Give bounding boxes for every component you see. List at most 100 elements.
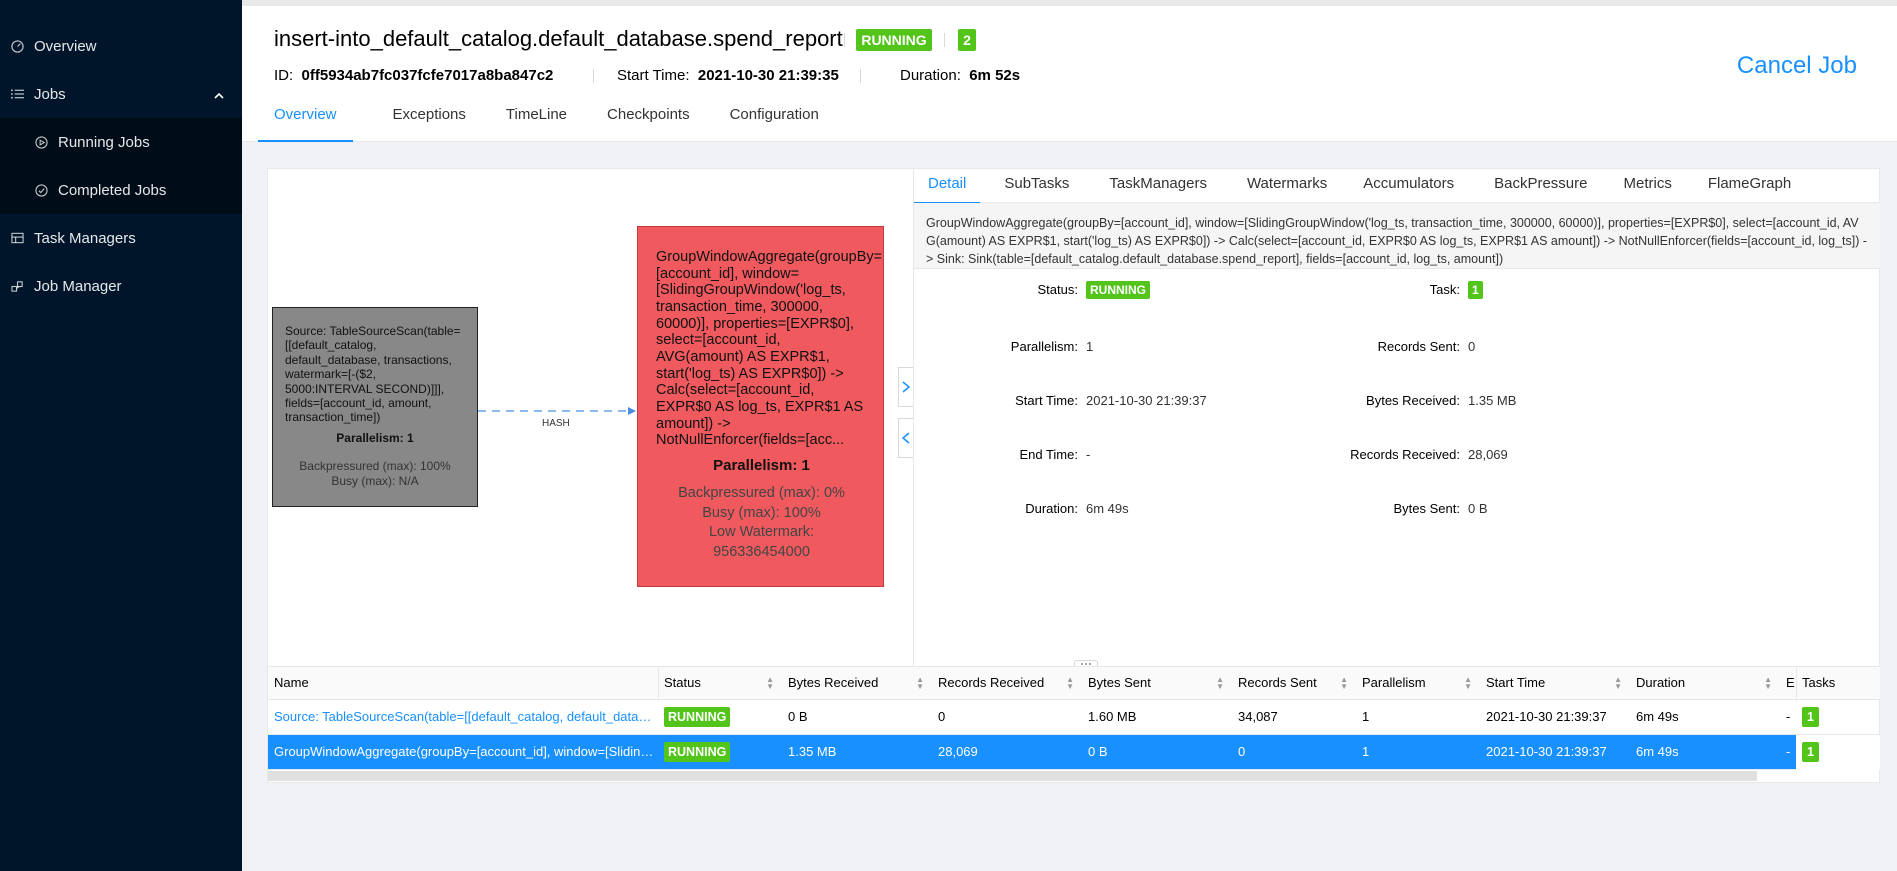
divider <box>593 69 594 83</box>
table-row[interactable]: Source: TableSourceScan(table=[[default_… <box>268 700 1880 735</box>
vertex-table: Name Status ▲ ▼ Bytes Received ▲ ▼ Records R… <box>268 660 1880 783</box>
tab-configuration[interactable]: Configuration <box>730 106 819 142</box>
duration-label: Duration: <box>900 67 961 84</box>
column-header-records-sent[interactable]: Records Sent ▲ ▼ <box>1232 667 1356 701</box>
divider <box>844 33 845 47</box>
column-header-records-received[interactable]: Records Received ▲ ▼ <box>932 667 1082 701</box>
column-label: Tasks <box>1802 675 1836 690</box>
sort-icon: ▲ ▼ <box>766 675 774 691</box>
detail-tabs: Detail SubTasks TaskManagers Watermarks … <box>914 169 1880 204</box>
job-id: ID: 0ff5934ab7fc037fcfe7017a8ba847c2 <box>274 67 553 84</box>
node-busy: Busy (max): N/A <box>331 474 419 489</box>
dashboard-icon <box>10 39 24 53</box>
duration-value: 6m 52s <box>969 67 1021 84</box>
records-sent-cell: 0 <box>1238 744 1246 759</box>
bytes-received-cell: 1.35 MB <box>788 744 837 759</box>
detail-task: Task: 1 <box>1310 281 1483 299</box>
column-header-end-time[interactable]: E <box>1780 667 1796 701</box>
sidebar-item-job-manager[interactable]: Job Manager <box>0 262 242 310</box>
tasks-badge: 1 <box>1802 742 1819 762</box>
tab-backpressure[interactable]: BackPressure <box>1494 169 1587 203</box>
table-row-selected[interactable]: GroupWindowAggregate(groupBy=[account_id… <box>268 735 1880 770</box>
chevron-right-icon <box>902 381 910 393</box>
node-backpressured: Backpressured (max): 100% <box>299 458 451 473</box>
column-label: Records Received <box>938 675 1045 690</box>
column-header-name[interactable]: Name <box>268 667 658 701</box>
job-start-time: Start Time: 2021-10-30 21:39:35 <box>617 67 839 84</box>
bytes-received-value: 1.35 MB <box>1468 393 1517 408</box>
node-backpressured: Backpressured (max): 0% <box>678 485 845 502</box>
column-label: Bytes Sent <box>1088 675 1151 690</box>
tab-flamegraph[interactable]: FlameGraph <box>1708 169 1791 203</box>
tab-watermarks[interactable]: Watermarks <box>1247 169 1327 203</box>
divider <box>944 33 945 47</box>
table-header: Name Status ▲ ▼ Bytes Received ▲ ▼ Records R… <box>268 666 1880 701</box>
job-graph[interactable]: Source: TableSourceScan(table=[[default_… <box>268 169 914 666</box>
column-header-bytes-sent[interactable]: Bytes Sent ▲ ▼ <box>1082 667 1232 701</box>
start-time-value: 2021-10-30 21:39:35 <box>697 67 839 84</box>
tab-accumulators[interactable]: Accumulators <box>1363 169 1454 203</box>
duration-label: Duration <box>1025 501 1075 516</box>
sidebar-item-label: Job Manager <box>34 277 122 295</box>
column-header-duration[interactable]: Duration ▲ ▼ <box>1630 667 1780 701</box>
edge-label: HASH <box>542 418 570 429</box>
records-received-label: Records Received <box>1350 447 1457 462</box>
detail-start-time: Start Time: 2021-10-30 21:39:37 <box>1015 393 1207 408</box>
operator-description: GroupWindowAggregate(groupBy=[account_id… <box>914 203 1880 269</box>
bytes-sent-label: Bytes Sent <box>1393 501 1457 516</box>
tab-timeline[interactable]: TimeLine <box>506 106 567 142</box>
column-header-parallelism[interactable]: Parallelism ▲ ▼ <box>1356 667 1480 701</box>
tab-exceptions[interactable]: Exceptions <box>393 106 466 142</box>
sidebar-item-running-jobs[interactable]: Running Jobs <box>0 118 242 166</box>
sort-icon: ▲ ▼ <box>1340 675 1348 691</box>
sidebar-item-label: Overview <box>34 37 97 55</box>
tab-taskmanagers[interactable]: TaskManagers <box>1109 169 1207 203</box>
parallelism-cell: 1 <box>1362 709 1370 724</box>
check-circle-icon <box>34 183 48 197</box>
tab-metrics[interactable]: Metrics <box>1623 169 1671 203</box>
records-received-cell: 28,069 <box>938 744 978 759</box>
status-badge: RUNNING <box>856 29 932 51</box>
start-time-label: Start Time: <box>617 67 690 84</box>
records-received-value: 28,069 <box>1468 447 1508 462</box>
detail-end-time: End Time: - <box>1019 447 1091 462</box>
bytes-sent-cell: 1.60 MB <box>1088 709 1137 724</box>
tab-checkpoints[interactable]: Checkpoints <box>607 106 690 142</box>
sidebar-item-completed-jobs[interactable]: Completed Jobs <box>0 166 242 214</box>
graph-node-aggregate[interactable]: GroupWindowAggregate(groupBy=[account_id… <box>637 226 884 587</box>
bytes-sent-value: 0 B <box>1468 501 1488 516</box>
records-sent-value: 0 <box>1468 339 1476 354</box>
sidebar-item-jobs[interactable]: Jobs <box>0 70 242 118</box>
end-time-cell: - <box>1786 744 1791 759</box>
vertex-name-link[interactable]: Source: TableSourceScan(table=[[default_… <box>268 700 658 735</box>
detail-bytes-received: Bytes Received: 1.35 MB <box>1366 393 1517 408</box>
sidebar-item-overview[interactable]: Overview <box>0 22 242 70</box>
duration-cell: 6m 49s <box>1636 709 1679 724</box>
records-sent-cell: 34,087 <box>1238 709 1278 724</box>
column-label: Records Sent <box>1238 675 1317 690</box>
sidebar-item-label: Running Jobs <box>58 133 150 151</box>
node-parallelism: Parallelism: 1 <box>336 430 414 445</box>
sidebar-item-task-managers[interactable]: Task Managers <box>0 214 242 262</box>
parallelism-cell: 1 <box>1362 744 1370 759</box>
column-header-tasks[interactable]: Tasks <box>1796 667 1880 701</box>
job-tabs: Overview Exceptions TimeLine Checkpoints… <box>258 106 859 142</box>
column-header-status[interactable]: Status ▲ ▼ <box>658 667 782 701</box>
column-header-start-time[interactable]: Start Time ▲ ▼ <box>1480 667 1630 701</box>
sort-icon: ▲ ▼ <box>916 675 924 691</box>
column-label: Parallelism <box>1362 675 1426 690</box>
bytes-received-cell: 0 B <box>788 709 808 724</box>
column-header-bytes-received[interactable]: Bytes Received ▲ ▼ <box>782 667 932 701</box>
vertex-name-link[interactable]: GroupWindowAggregate(groupBy=[account_id… <box>268 735 658 770</box>
tab-overview[interactable]: Overview <box>258 106 353 142</box>
graph-node-source[interactable]: Source: TableSourceScan(table=[[default_… <box>272 307 478 507</box>
divider <box>860 69 861 83</box>
cancel-job-button[interactable]: Cancel Job <box>1737 52 1857 80</box>
node-description: Source: TableSourceScan(table=[[default_… <box>285 324 461 425</box>
task-count-badge: 2 <box>958 29 976 51</box>
tab-detail[interactable]: Detail <box>914 169 981 204</box>
records-sent-label: Records Sent <box>1377 339 1457 354</box>
horizontal-scrollbar[interactable] <box>268 771 1757 781</box>
tab-subtasks[interactable]: SubTasks <box>1004 169 1069 203</box>
status-badge: RUNNING <box>664 707 731 727</box>
